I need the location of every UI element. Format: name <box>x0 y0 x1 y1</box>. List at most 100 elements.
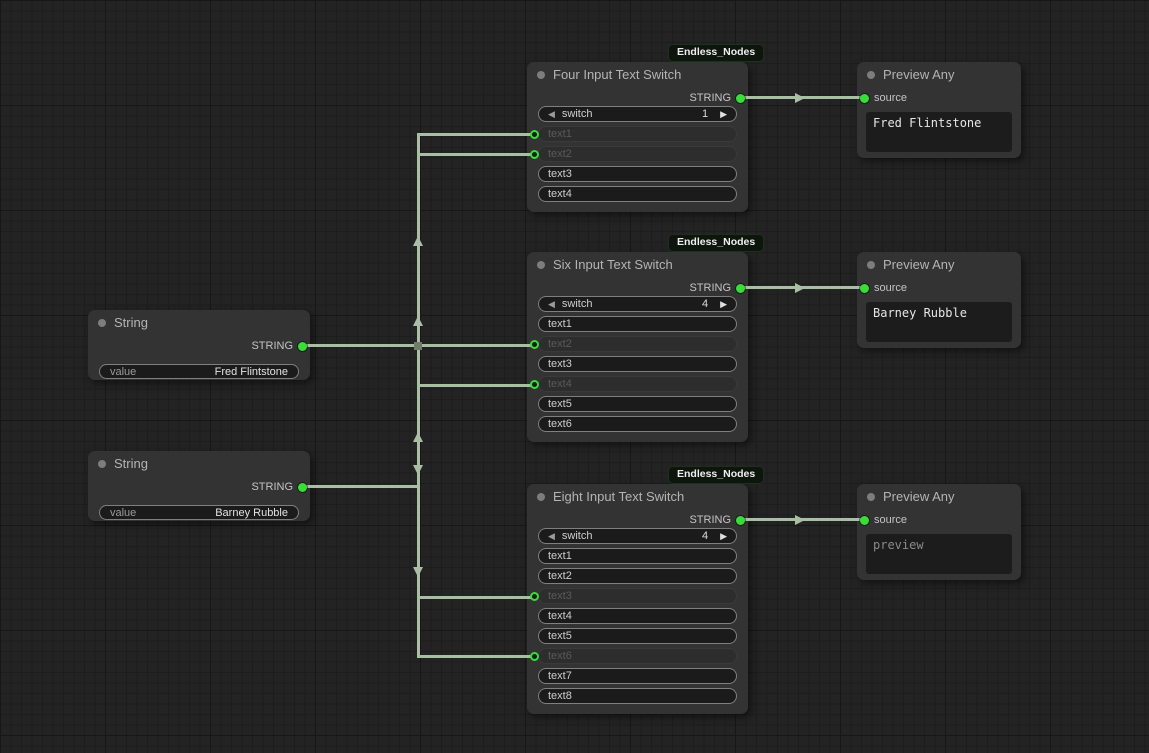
node-title-bar[interactable]: Preview Any <box>857 252 1021 278</box>
widget-label: text2 <box>548 338 572 351</box>
node-string-1[interactable]: String STRING value Fred Flintstone <box>88 310 310 380</box>
widget-row-text8[interactable]: text8 <box>527 688 748 704</box>
wire-trunk-to-six-text4 <box>417 384 531 387</box>
output-label: STRING <box>251 481 293 493</box>
node-four-input-text-switch[interactable]: Four Input Text Switch STRING ◀ switch 1… <box>527 62 748 212</box>
widget-row-text4[interactable]: text4 <box>527 186 748 202</box>
widget-label: text1 <box>548 128 572 141</box>
switch-label: switch <box>562 108 593 121</box>
input-slot-dot[interactable] <box>860 284 869 293</box>
collapse-dot-icon[interactable] <box>98 460 106 468</box>
widget-label: text6 <box>548 650 572 663</box>
node-title-bar[interactable]: Preview Any <box>857 62 1021 88</box>
increment-arrow-icon[interactable]: ▶ <box>720 108 727 121</box>
decrement-arrow-icon[interactable]: ◀ <box>548 108 555 121</box>
widget-label: text5 <box>548 630 572 643</box>
switch-widget-row[interactable]: ◀ switch 1 ▶ <box>527 106 748 122</box>
widget-row-text7[interactable]: text7 <box>527 668 748 684</box>
preview-textarea[interactable]: Barney Rubble <box>866 302 1012 342</box>
node-title-bar[interactable]: String <box>88 451 310 477</box>
output-slot-dot[interactable] <box>736 284 745 293</box>
output-slot-dot[interactable] <box>736 94 745 103</box>
widget-row-text6[interactable]: text6 <box>527 416 748 432</box>
switch-widget[interactable]: ◀ switch 4 ▶ <box>538 296 737 312</box>
widget-label: text3 <box>548 168 572 181</box>
widget-label: value <box>110 507 136 519</box>
switch-label: switch <box>562 530 593 543</box>
widget-label: text7 <box>548 670 572 683</box>
node-title-bar[interactable]: Preview Any <box>857 484 1021 510</box>
node-title: String <box>114 315 148 330</box>
widget-label: text1 <box>548 550 572 563</box>
collapse-dot-icon[interactable] <box>537 71 545 79</box>
switch-value: 4 <box>702 298 708 311</box>
output-slot-dot[interactable] <box>736 516 745 525</box>
node-string-2[interactable]: String STRING value Barney Rubble <box>88 451 310 521</box>
preview-textarea[interactable]: Fred Flintstone <box>866 112 1012 152</box>
collapse-dot-icon[interactable] <box>867 493 875 501</box>
switch-value: 1 <box>702 108 708 121</box>
collapse-dot-icon[interactable] <box>867 261 875 269</box>
widget-row-text3[interactable]: text3 <box>527 166 748 182</box>
value-widget[interactable]: value Barney Rubble <box>99 505 299 520</box>
widget-row-text5[interactable]: text5 <box>527 628 748 644</box>
decrement-arrow-icon[interactable]: ◀ <box>548 298 555 311</box>
input-slot-dot[interactable] <box>530 592 539 601</box>
wire-arrow-down-icon <box>413 567 423 577</box>
widget-value: Barney Rubble <box>215 507 288 519</box>
endless-nodes-badge: Endless_Nodes <box>668 234 764 252</box>
node-title: Preview Any <box>883 67 955 82</box>
widget-row-text2: text2 <box>527 146 748 162</box>
switch-value: 4 <box>702 530 708 543</box>
wire-trunk-to-four-text2 <box>417 153 531 156</box>
output-slot-dot[interactable] <box>298 342 307 351</box>
widget-row-text3[interactable]: text3 <box>527 356 748 372</box>
input-slot-dot[interactable] <box>530 130 539 139</box>
node-title-bar[interactable]: Eight Input Text Switch <box>527 484 748 510</box>
collapse-dot-icon[interactable] <box>537 261 545 269</box>
preview-textarea[interactable]: preview <box>866 534 1012 574</box>
input-slot-dot[interactable] <box>530 340 539 349</box>
input-slot-dot[interactable] <box>860 94 869 103</box>
collapse-dot-icon[interactable] <box>98 319 106 327</box>
widget-row-text1: text1 <box>527 126 748 142</box>
widget-row-text4[interactable]: text4 <box>527 608 748 624</box>
value-widget[interactable]: value Fred Flintstone <box>99 364 299 379</box>
node-preview-any-1[interactable]: Preview Any source Fred Flintstone <box>857 62 1021 158</box>
output-slot-dot[interactable] <box>298 483 307 492</box>
input-slot-dot[interactable] <box>530 652 539 661</box>
increment-arrow-icon[interactable]: ▶ <box>720 298 727 311</box>
increment-arrow-icon[interactable]: ▶ <box>720 530 727 543</box>
wire-arrow-right-icon <box>795 515 805 525</box>
collapse-dot-icon[interactable] <box>867 71 875 79</box>
node-graph-canvas[interactable]: Endless_Nodes Endless_Nodes Endless_Node… <box>0 0 1149 753</box>
widget-row-text5[interactable]: text5 <box>527 396 748 412</box>
node-preview-any-2[interactable]: Preview Any source Barney Rubble <box>857 252 1021 348</box>
input-slot-dot[interactable] <box>860 516 869 525</box>
widget-row-text2[interactable]: text2 <box>527 568 748 584</box>
node-title: Preview Any <box>883 257 955 272</box>
input-slot-dot[interactable] <box>530 150 539 159</box>
widget-label: text3 <box>548 358 572 371</box>
wire-arrow-up-icon <box>413 316 423 326</box>
node-title-bar[interactable]: Four Input Text Switch <box>527 62 748 88</box>
switch-widget-row[interactable]: ◀ switch 4 ▶ <box>527 528 748 544</box>
wire-arrow-right-icon <box>795 283 805 293</box>
node-eight-input-text-switch[interactable]: Eight Input Text Switch STRING ◀ switch … <box>527 484 748 714</box>
collapse-dot-icon[interactable] <box>537 493 545 501</box>
widget-label: text2 <box>548 570 572 583</box>
widget-label: text4 <box>548 610 572 623</box>
switch-widget[interactable]: ◀ switch 1 ▶ <box>538 106 737 122</box>
switch-widget[interactable]: ◀ switch 4 ▶ <box>538 528 737 544</box>
switch-widget-row[interactable]: ◀ switch 4 ▶ <box>527 296 748 312</box>
output-label: STRING <box>689 282 731 294</box>
node-title-bar[interactable]: Six Input Text Switch <box>527 252 748 278</box>
node-six-input-text-switch[interactable]: Six Input Text Switch STRING ◀ switch 4 … <box>527 252 748 442</box>
node-title-bar[interactable]: String <box>88 310 310 336</box>
decrement-arrow-icon[interactable]: ◀ <box>548 530 555 543</box>
widget-label: text1 <box>548 318 572 331</box>
widget-row-text1[interactable]: text1 <box>527 548 748 564</box>
node-preview-any-3[interactable]: Preview Any source preview <box>857 484 1021 580</box>
input-slot-dot[interactable] <box>530 380 539 389</box>
widget-row-text1[interactable]: text1 <box>527 316 748 332</box>
